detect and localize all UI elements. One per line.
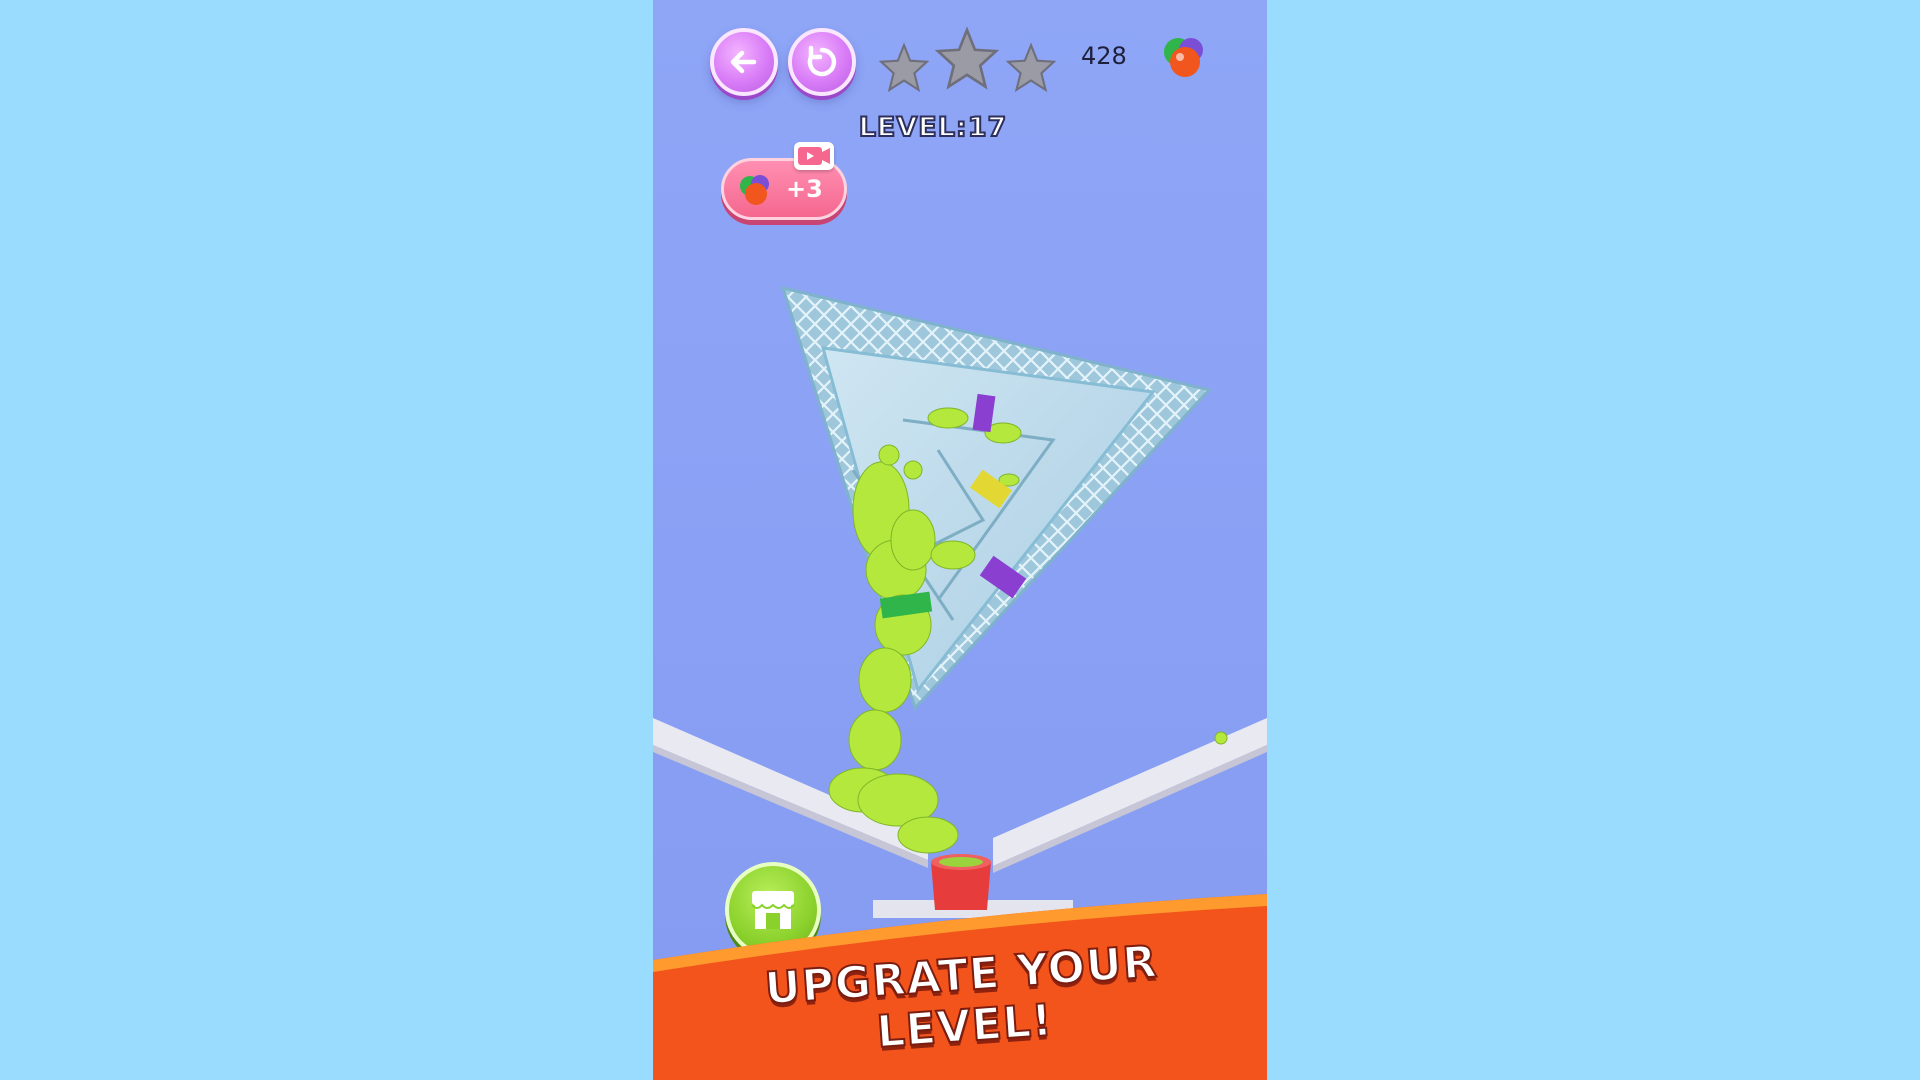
star-icon — [1005, 42, 1057, 94]
restart-button[interactable] — [788, 28, 856, 96]
gem-balls-icon — [1164, 38, 1203, 77]
level-stars — [878, 26, 1058, 106]
video-ad-icon — [794, 142, 834, 170]
reward-amount: +3 — [786, 175, 823, 203]
star-icon — [878, 42, 930, 94]
level-label: LEVEL:17 — [858, 111, 1008, 144]
game-screen[interactable]: LEVEL:17 428 +3 UPGRATE YOUR LEVEL! — [653, 0, 1267, 1080]
restart-icon — [807, 45, 837, 77]
gem-balls-icon — [740, 175, 769, 205]
arrow-left-icon — [730, 50, 757, 74]
back-button[interactable] — [710, 28, 778, 96]
star-icon — [934, 26, 1000, 92]
coin-count: 428 — [1081, 42, 1127, 70]
